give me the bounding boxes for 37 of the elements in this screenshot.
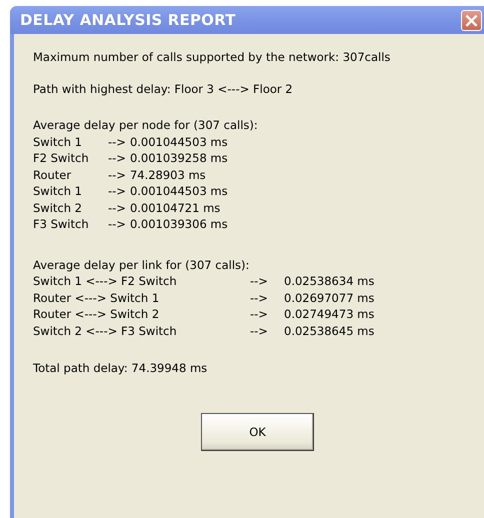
node-name: F3 Switch — [33, 216, 90, 232]
node-delay-value: 0.00104721 ms — [130, 200, 222, 216]
arrow-text: --> — [108, 166, 126, 183]
arrow-text: --> — [250, 273, 269, 290]
ok-button[interactable]: OK — [201, 412, 314, 450]
node-delay-value: 0.001044503 ms — [130, 183, 229, 200]
node-delay-heading: Average delay per node for (307 calls): — [33, 117, 259, 134]
node-name: Switch 1 — [33, 183, 83, 200]
link-name: Router <---> Switch 1 — [33, 290, 160, 306]
arrow-text: --> — [250, 306, 269, 322]
max-calls-text: Maximum number of calls supported by the network: 307calls — [33, 49, 392, 66]
total-delay-text: Total path delay: 74.39948 ms — [33, 360, 208, 376]
link-delay-value: 0.02697077 ms — [284, 290, 376, 306]
link-name: Switch 1 <---> F2 Switch — [33, 273, 178, 290]
node-name: Router — [33, 166, 72, 183]
arrow-text: --> — [108, 134, 126, 150]
link-delay-value: 0.02749473 ms — [284, 306, 376, 322]
arrow-text: --> — [108, 183, 126, 200]
node-name: F2 Switch — [33, 150, 90, 166]
node-delay-value: 74.28903 ms — [130, 166, 207, 183]
link-name: Router <---> Switch 2 — [33, 306, 160, 322]
link-delay-value: 0.02538645 ms — [284, 322, 376, 339]
link-delay-heading: Average delay per link for (307 calls): — [33, 256, 250, 273]
arrow-text: --> — [108, 216, 126, 232]
node-name: Switch 2 — [33, 200, 83, 216]
highest-delay-text: Path with highest delay: Floor 3 <---> Floor 2 — [33, 80, 294, 97]
link-name: Switch 2 <---> F3 Switch — [33, 322, 178, 339]
node-delay-value: 0.001039258 ms — [130, 150, 229, 166]
arrow-text: --> — [250, 322, 269, 339]
window-title: DELAY ANALYSIS REPORT — [20, 11, 236, 29]
node-delay-value: 0.001044503 ms — [130, 134, 229, 150]
link-delay-value: 0.02538634 ms — [284, 273, 376, 290]
node-delay-value: 0.001039306 ms — [130, 216, 229, 232]
arrow-text: --> — [250, 290, 269, 306]
arrow-text: --> — [108, 150, 126, 166]
node-name: Switch 1 — [33, 134, 83, 150]
arrow-text: --> — [108, 200, 126, 216]
